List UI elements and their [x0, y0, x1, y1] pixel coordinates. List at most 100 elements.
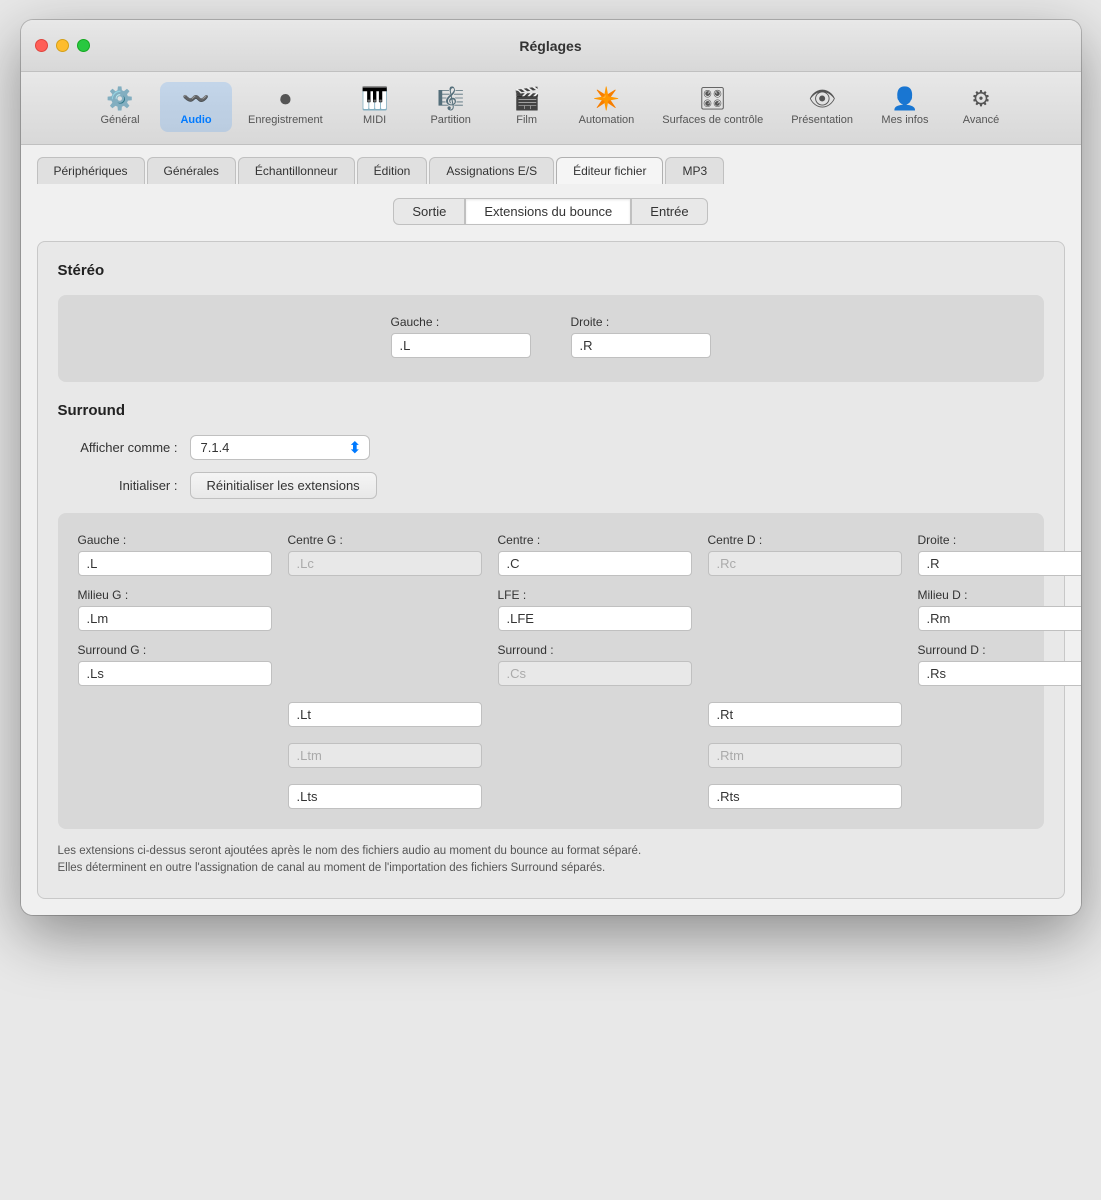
spacer-10 — [918, 739, 1081, 768]
tab-assignations[interactable]: Assignations E/S — [429, 157, 554, 184]
main-content-box: Stéréo Gauche : Droite : Surround Affich… — [37, 241, 1065, 899]
stereo-gauche-input[interactable] — [391, 333, 531, 358]
spacer-8 — [78, 739, 272, 768]
control-surface-icon: 🎛 — [699, 88, 727, 110]
lfe-label: LFE : — [498, 588, 692, 602]
surround-sup-d-field — [708, 780, 902, 809]
afficher-select[interactable]: 7.1.4 5.1 7.1 Quad — [190, 435, 370, 460]
milieu-g-field: Milieu G : — [78, 588, 272, 631]
toolbar-general[interactable]: ⚙️ Général — [84, 82, 156, 132]
toolbar-mesinfos[interactable]: 👤 Mes infos — [869, 82, 941, 132]
haut-g-field — [288, 698, 482, 727]
surround-centre-g-field: Centre G : — [288, 533, 482, 576]
footer-note-text: Les extensions ci-dessus seront ajoutées… — [58, 845, 642, 874]
surround-center-input[interactable] — [498, 661, 692, 686]
surround-sup-g-field — [288, 780, 482, 809]
toolbar-enregistrement[interactable]: ⏺ Enregistrement — [236, 82, 335, 132]
stereo-gauche-group: Gauche : — [391, 315, 531, 358]
lfe-field: LFE : — [498, 588, 692, 631]
stereo-gauche-label: Gauche : — [391, 315, 531, 329]
window-title: Réglages — [519, 38, 581, 54]
toolbar-film-label: Film — [516, 114, 537, 126]
window-controls — [35, 39, 90, 52]
milieu-d-label: Milieu D : — [918, 588, 1081, 602]
main-tabs: Périphériques Générales Échantillonneur … — [21, 145, 1081, 184]
toolbar-partition[interactable]: 🎼 Partition — [415, 82, 487, 132]
toolbar-enregistrement-label: Enregistrement — [248, 114, 323, 126]
spacer-5 — [78, 698, 272, 727]
subtab-extensions[interactable]: Extensions du bounce — [465, 198, 631, 225]
milieu-d-field: Milieu D : — [918, 588, 1081, 631]
surround-droite-field: Droite : — [918, 533, 1081, 576]
stereo-droite-label: Droite : — [571, 315, 711, 329]
reset-extensions-button[interactable]: Réinitialiser les extensions — [190, 472, 377, 499]
milieu-d-input[interactable] — [918, 606, 1081, 631]
toolbar-film[interactable]: 🎬 Film — [491, 82, 563, 132]
surround-title: Surround — [58, 402, 1044, 419]
afficher-select-wrapper: 7.1.4 5.1 7.1 Quad ⬍ — [190, 435, 370, 460]
subtab-sortie[interactable]: Sortie — [393, 198, 465, 225]
minimize-button[interactable] — [56, 39, 69, 52]
toolbar-audio-label: Audio — [180, 114, 211, 126]
spacer-9 — [498, 739, 692, 768]
haut-d-field — [708, 698, 902, 727]
spacer-13 — [918, 780, 1081, 809]
toolbar-surfaces[interactable]: 🎛 Surfaces de contrôle — [650, 82, 775, 132]
haut-g-input[interactable] — [288, 702, 482, 727]
tab-mp3[interactable]: MP3 — [665, 157, 724, 184]
toolbar-automation-label: Automation — [579, 114, 635, 126]
surround-droite-label: Droite : — [918, 533, 1081, 547]
toolbar-partition-label: Partition — [430, 114, 470, 126]
toolbar-midi[interactable]: 🎹 MIDI — [339, 82, 411, 132]
toolbar-audio[interactable]: 〰️ Audio — [160, 82, 232, 132]
subtab-entree[interactable]: Entrée — [631, 198, 707, 225]
surround-d-label: Surround D : — [918, 643, 1081, 657]
surround-droite-input[interactable] — [918, 551, 1081, 576]
tab-generales[interactable]: Générales — [147, 157, 236, 184]
toolbar-midi-label: MIDI — [363, 114, 386, 126]
midi-icon: 🎹 — [361, 88, 388, 110]
close-button[interactable] — [35, 39, 48, 52]
haut-d-input[interactable] — [708, 702, 902, 727]
centre-sup-g-input[interactable] — [288, 743, 482, 768]
surround-centre-g-input[interactable] — [288, 551, 482, 576]
surround-d-input[interactable] — [918, 661, 1081, 686]
surround-g-input[interactable] — [78, 661, 272, 686]
content-area: Sortie Extensions du bounce Entrée Stéré… — [21, 184, 1081, 915]
stereo-box: Gauche : Droite : — [58, 295, 1044, 382]
toolbar-presentation[interactable]: 👁 Présentation — [779, 82, 865, 132]
surround-sup-d-input[interactable] — [708, 784, 902, 809]
stereo-droite-input[interactable] — [571, 333, 711, 358]
spacer-12 — [498, 780, 692, 809]
spacer-11 — [78, 780, 272, 809]
surround-centre-input[interactable] — [498, 551, 692, 576]
stereo-droite-group: Droite : — [571, 315, 711, 358]
toolbar-avance[interactable]: ⚙ Avancé — [945, 82, 1017, 132]
tab-peripheriques[interactable]: Périphériques — [37, 157, 145, 184]
surround-centre-field: Centre : — [498, 533, 692, 576]
maximize-button[interactable] — [77, 39, 90, 52]
toolbar-general-label: Général — [100, 114, 139, 126]
surround-grid: Gauche : Centre G : Centre : Centre — [78, 533, 1024, 809]
toolbar-presentation-label: Présentation — [791, 114, 853, 126]
tab-echantillonneur[interactable]: Échantillonneur — [238, 157, 355, 184]
lfe-input[interactable] — [498, 606, 692, 631]
film-icon: 🎬 — [513, 88, 540, 110]
tab-editeur-fichier[interactable]: Éditeur fichier — [556, 157, 663, 184]
surround-g-label: Surround G : — [78, 643, 272, 657]
milieu-g-label: Milieu G : — [78, 588, 272, 602]
surround-gauche-input[interactable] — [78, 551, 272, 576]
surround-section: Surround Afficher comme : 7.1.4 5.1 7.1 … — [58, 402, 1044, 878]
surround-sup-g-input[interactable] — [288, 784, 482, 809]
user-icon: 👤 — [891, 88, 918, 110]
surround-centre-label: Centre : — [498, 533, 692, 547]
centre-sup-d-input[interactable] — [708, 743, 902, 768]
surround-centre-d-input[interactable] — [708, 551, 902, 576]
toolbar-avance-label: Avancé — [963, 114, 1000, 126]
milieu-g-input[interactable] — [78, 606, 272, 631]
tab-edition[interactable]: Édition — [357, 157, 428, 184]
toolbar: ⚙️ Général 〰️ Audio ⏺ Enregistrement 🎹 M… — [21, 72, 1081, 145]
footer-note: Les extensions ci-dessus seront ajoutées… — [58, 843, 1044, 878]
toolbar-automation[interactable]: ✴️ Automation — [567, 82, 647, 132]
surround-gauche-field: Gauche : — [78, 533, 272, 576]
